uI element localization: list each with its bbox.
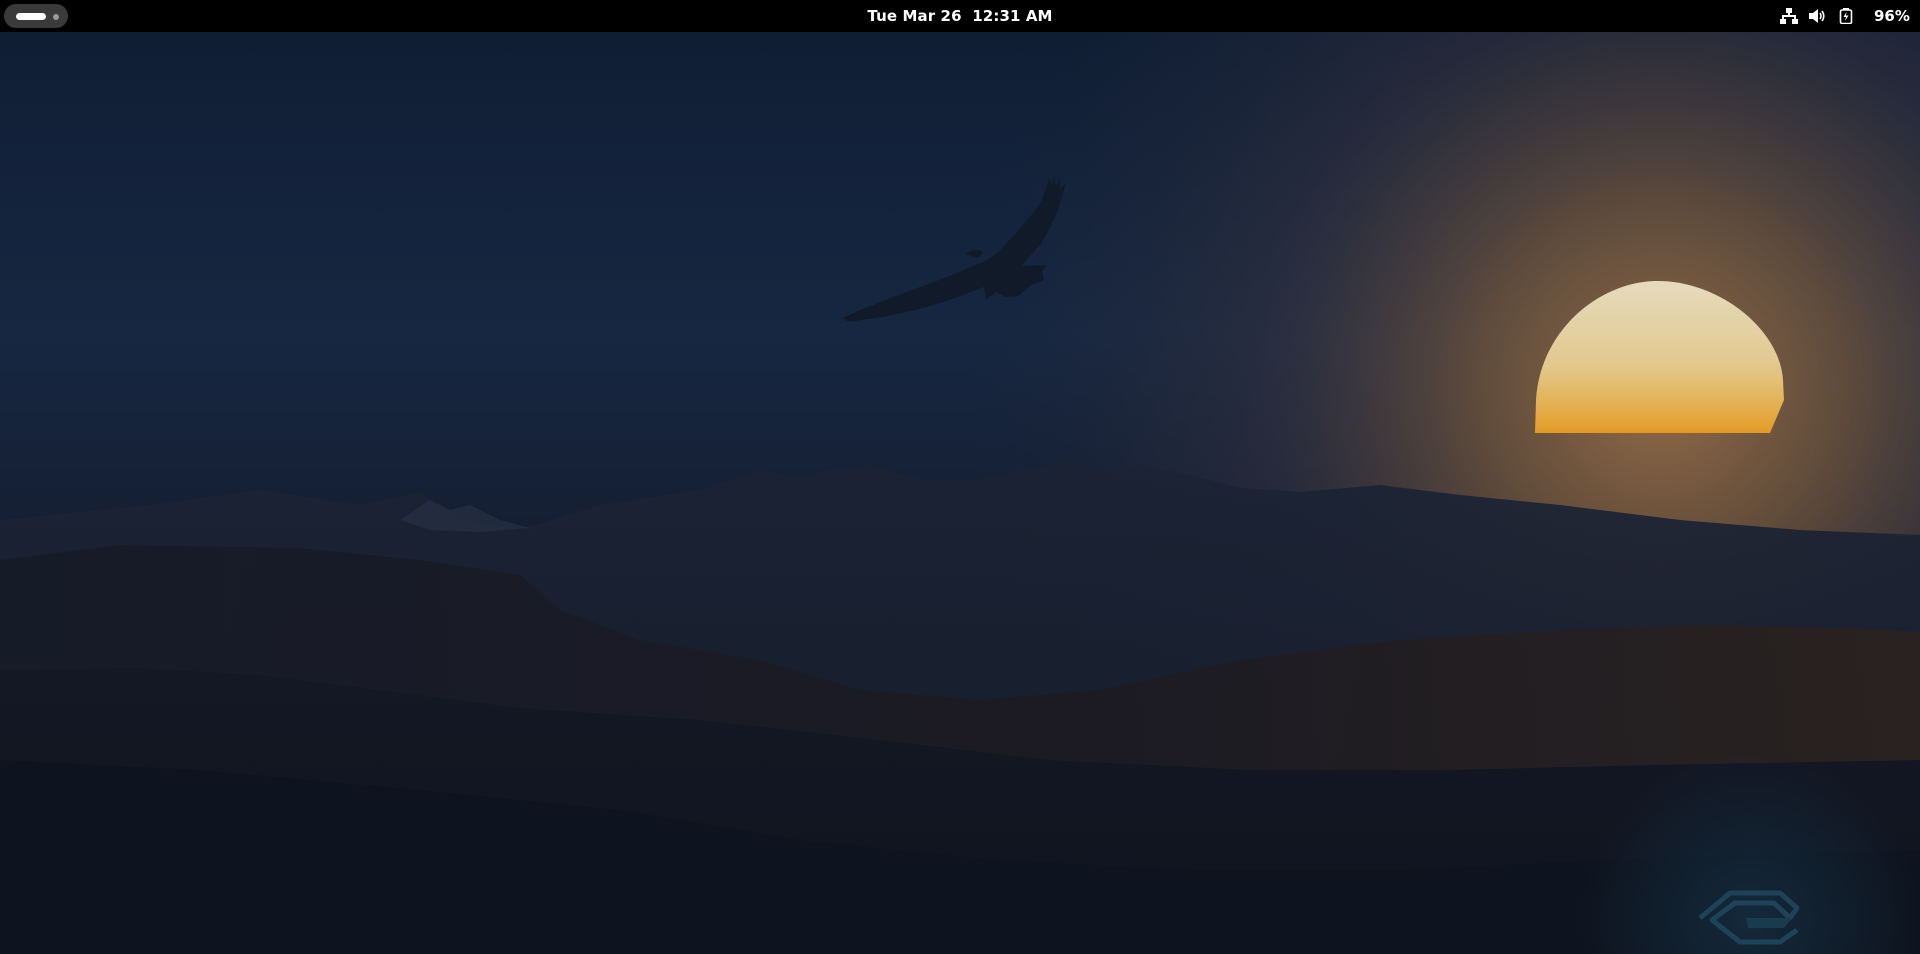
top-bar: Tue Mar 26 12:31 AM 96% bbox=[0, 0, 1920, 32]
desktop: Tue Mar 26 12:31 AM 96% bbox=[0, 0, 1920, 954]
inactive-workspace-indicator bbox=[53, 14, 59, 20]
clock-date: Tue Mar 26 bbox=[867, 7, 962, 25]
active-workspace-indicator bbox=[16, 13, 46, 20]
system-status-menu[interactable]: 96% bbox=[1776, 4, 1916, 28]
clock-date-time[interactable]: Tue Mar 26 12:31 AM bbox=[860, 4, 1060, 28]
battery-percentage: 96% bbox=[1874, 7, 1910, 25]
desktop-wallpaper bbox=[0, 0, 1920, 954]
battery-icon bbox=[1839, 8, 1853, 24]
clock-time: 12:31 AM bbox=[972, 7, 1053, 25]
activities-button[interactable] bbox=[4, 4, 68, 28]
volume-icon bbox=[1809, 9, 1825, 23]
network-wired-icon bbox=[1780, 8, 1798, 24]
